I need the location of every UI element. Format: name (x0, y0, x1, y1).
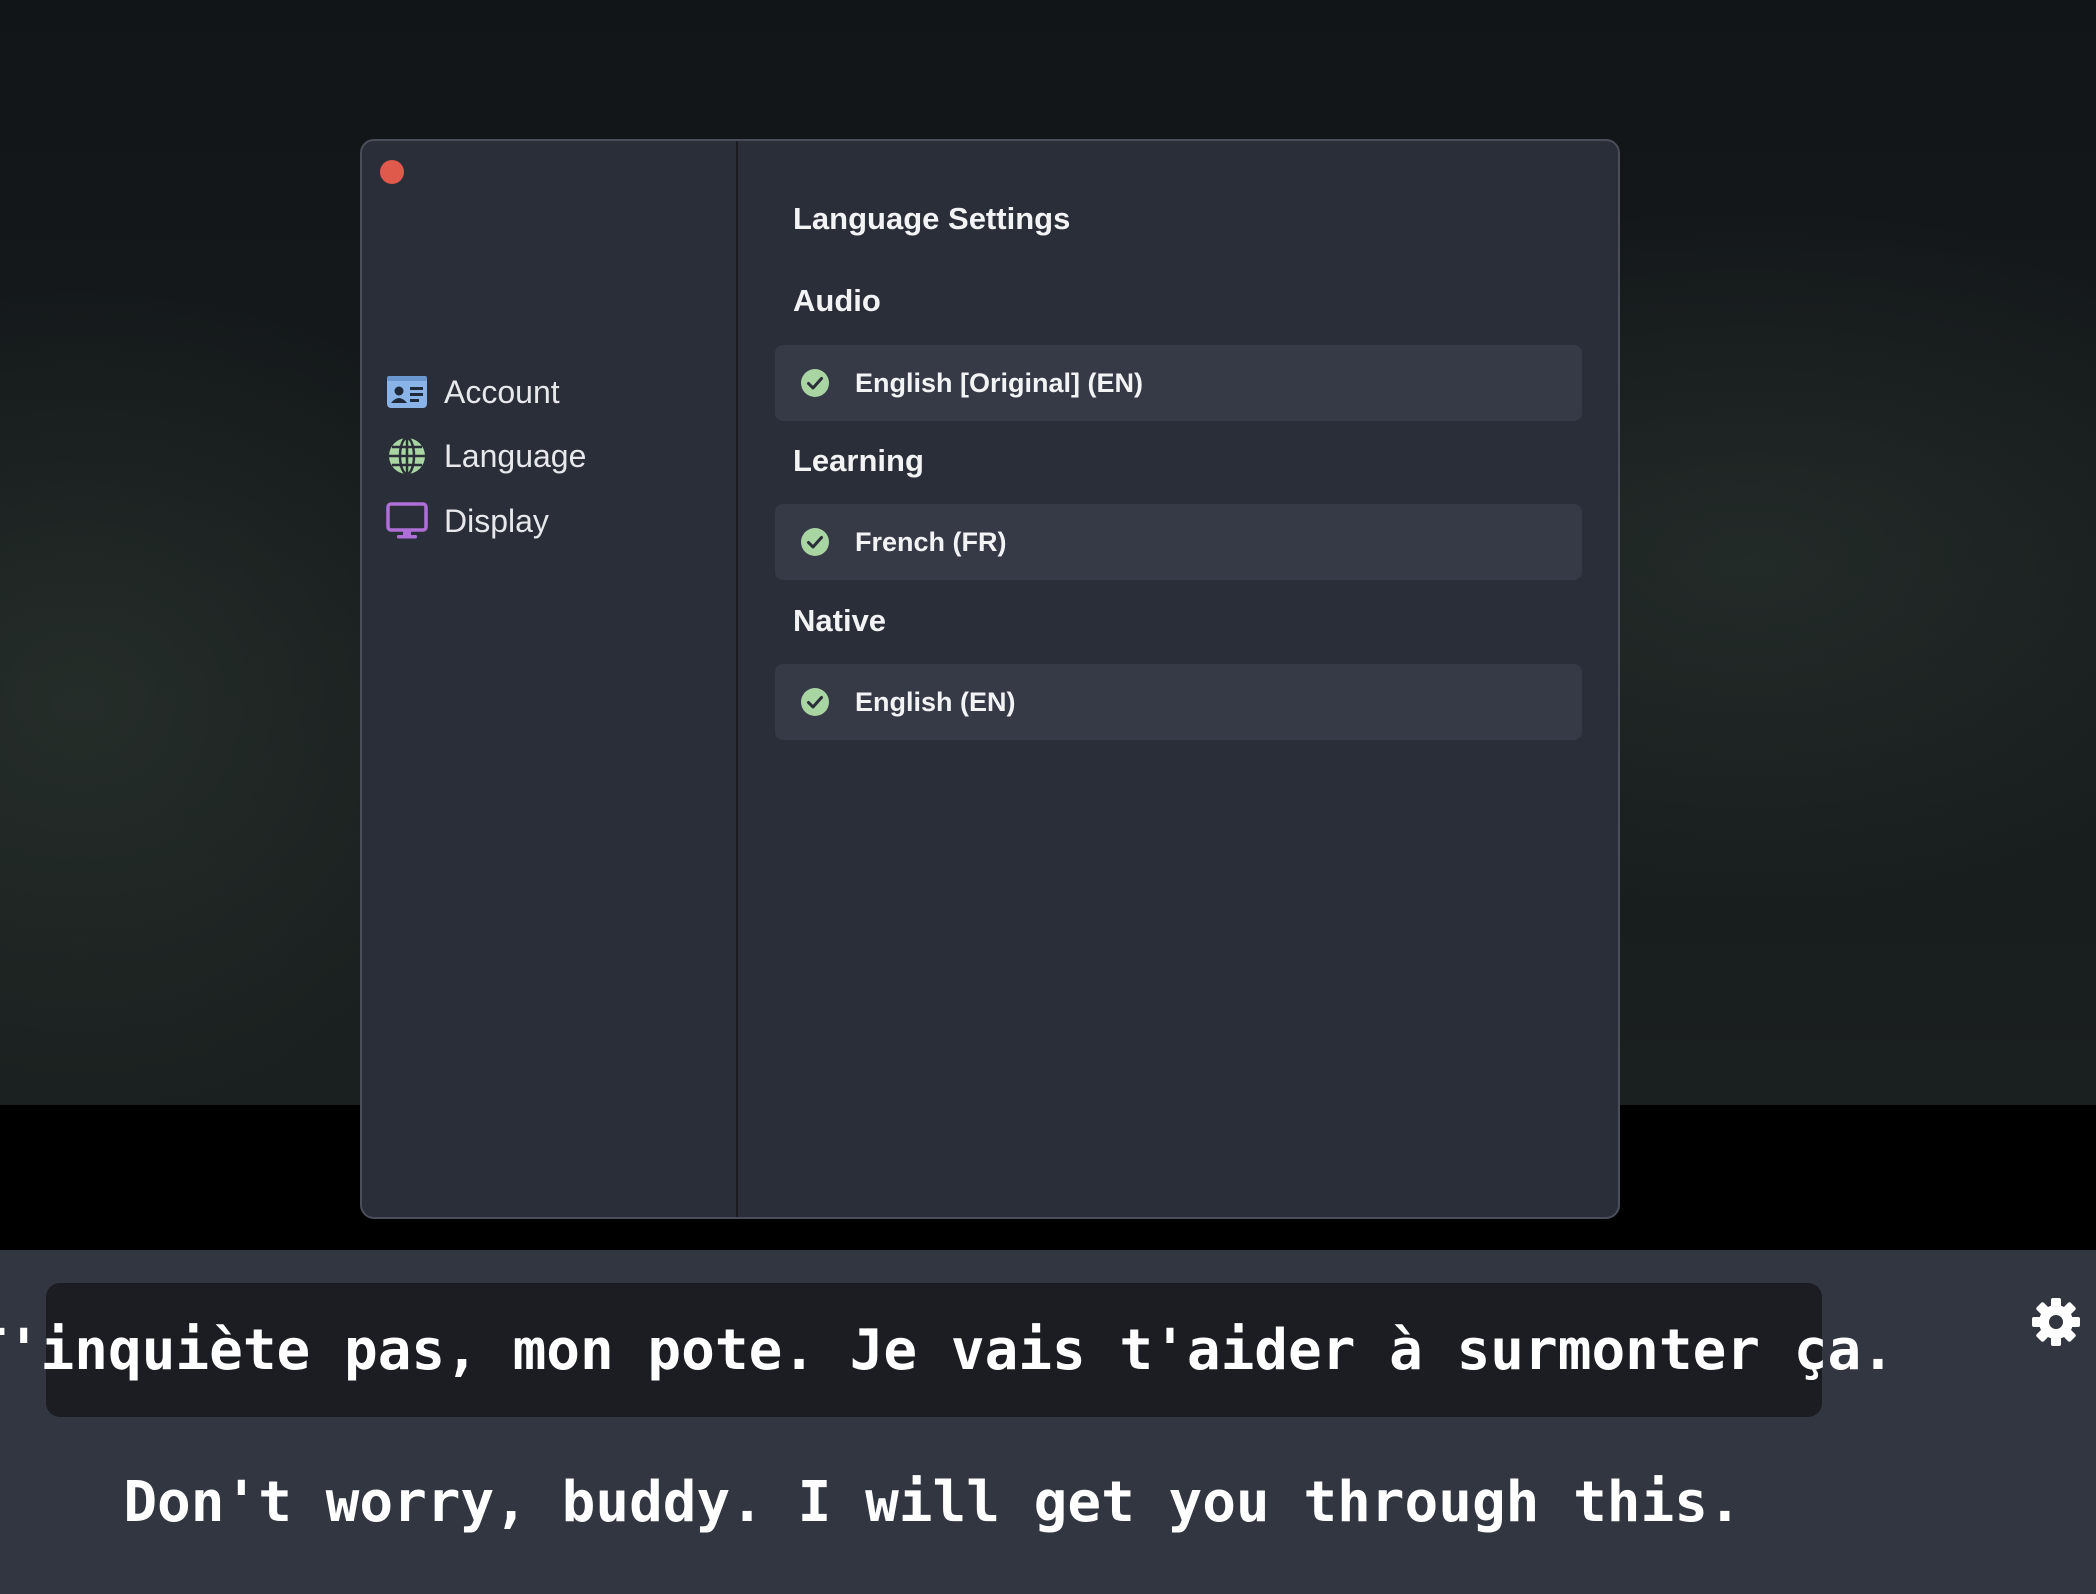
audio-language-option[interactable]: English [Original] (EN) (775, 345, 1582, 421)
gear-icon[interactable] (2030, 1296, 2082, 1348)
sidebar-item-label: Display (444, 502, 549, 539)
sidebar-item-account[interactable]: Account (386, 367, 560, 417)
settings-sidebar: Account Language Display (362, 141, 738, 1217)
foreign-subtitle-text[interactable]: T'inquiète pas, mon pote. Je vais t'aide… (0, 1318, 1895, 1383)
check-circle-icon (801, 528, 829, 556)
close-button[interactable] (380, 160, 404, 184)
foreign-subtitle-box[interactable]: T'inquiète pas, mon pote. Je vais t'aide… (0, 1283, 1895, 1417)
check-circle-icon (801, 369, 829, 397)
account-card-icon (386, 371, 428, 413)
learning-language-label: French (FR) (855, 526, 1007, 557)
sidebar-item-label: Language (444, 437, 587, 474)
globe-icon (386, 435, 428, 477)
settings-window: Account Language Display Language Settin… (360, 139, 1620, 1219)
native-section-heading: Native (793, 603, 887, 638)
audio-section-heading: Audio (793, 283, 881, 318)
learning-language-option[interactable]: French (FR) (775, 504, 1582, 580)
native-language-option[interactable]: English (EN) (775, 664, 1582, 740)
audio-language-label: English [Original] (EN) (855, 367, 1143, 398)
monitor-icon (386, 500, 428, 542)
check-circle-icon (801, 688, 829, 716)
sidebar-item-display[interactable]: Display (386, 496, 549, 546)
page-title: Language Settings (793, 201, 1071, 236)
native-language-label: English (EN) (855, 686, 1016, 717)
language-settings-panel: Language Settings Audio English [Origina… (738, 141, 1618, 1217)
sidebar-item-label: Account (444, 373, 560, 410)
sidebar-item-language[interactable]: Language (386, 431, 586, 481)
translation-subtitle-text: Don't worry, buddy. I will get you throu… (123, 1470, 1742, 1535)
learning-section-heading: Learning (793, 443, 924, 478)
